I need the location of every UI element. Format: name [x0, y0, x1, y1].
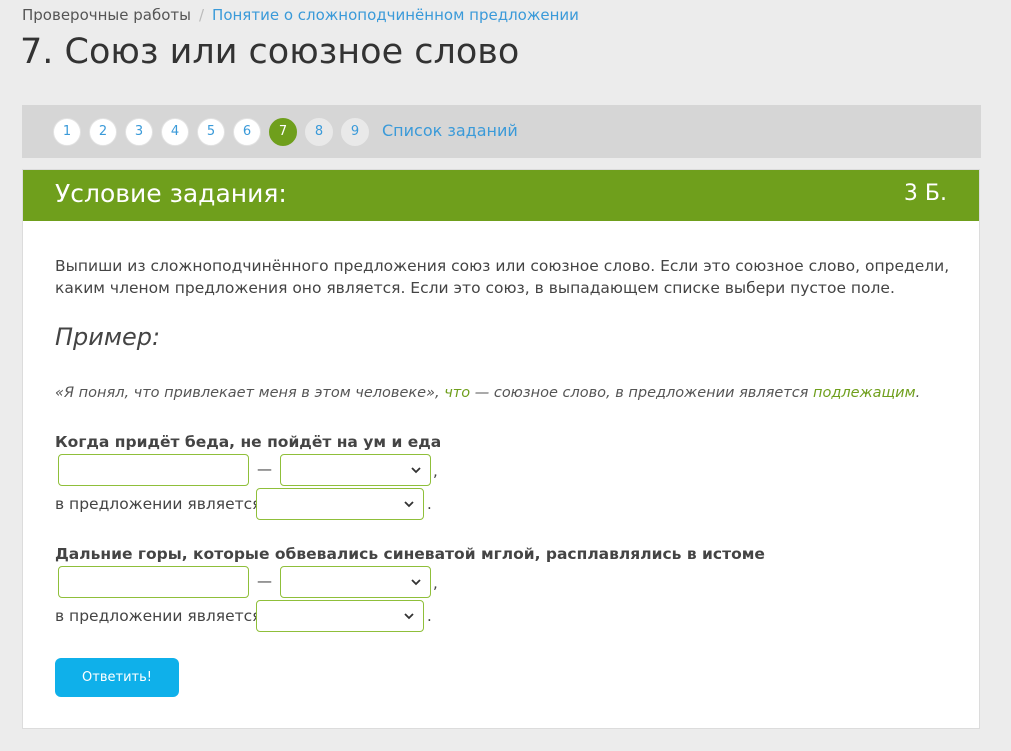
breadcrumb: Проверочные работы / Понятие о сложноподчи…	[22, 6, 579, 24]
page-title: 7. Союз или союзное слово	[20, 32, 520, 72]
task-navigation: 1 2 3 4 5 6 7 8 9 Список заданий	[22, 105, 981, 158]
chevron-down-icon	[411, 467, 421, 474]
question-1-dash: —	[257, 460, 272, 478]
chevron-down-icon	[404, 613, 414, 620]
question-2-role-select[interactable]	[256, 600, 424, 632]
example-word: что	[444, 385, 471, 401]
question-2-answer-input[interactable]	[58, 566, 249, 598]
question-2-period: .	[427, 607, 432, 625]
task-list-link[interactable]: Список заданий	[382, 121, 518, 140]
task-nav-9[interactable]: 9	[341, 118, 369, 146]
task-card: Условие задания: 3 Б. Выпиши из сложнопо…	[22, 169, 980, 729]
question-2-sentence: Дальние горы, которые обвевались синеват…	[55, 545, 765, 563]
task-nav-8[interactable]: 8	[305, 118, 333, 146]
question-2-dash: —	[257, 572, 272, 590]
task-instruction: Выпиши из сложноподчинённого предложения…	[55, 257, 950, 297]
example-end: .	[915, 385, 921, 401]
example-text: «Я понял, что привлекает меня в этом чел…	[55, 385, 920, 401]
question-2-comma: ,	[433, 574, 438, 592]
example-quote: «Я понял, что привлекает меня в этом чел…	[55, 385, 440, 401]
submit-answer-button[interactable]: Ответить!	[55, 658, 179, 697]
task-nav-7-active[interactable]: 7	[269, 118, 297, 146]
question-1-word-type-select[interactable]	[280, 454, 431, 486]
task-card-header: Условие задания: 3 Б.	[23, 170, 979, 221]
question-2-word-type-select[interactable]	[280, 566, 431, 598]
task-nav-5[interactable]: 5	[197, 118, 225, 146]
task-nav-1[interactable]: 1	[53, 118, 81, 146]
task-nav-6[interactable]: 6	[233, 118, 261, 146]
question-1-role-select[interactable]	[256, 488, 424, 520]
question-1-comma: ,	[433, 462, 438, 480]
example-role: подлежащим	[813, 385, 916, 401]
breadcrumb-separator: /	[198, 6, 205, 24]
chevron-down-icon	[404, 501, 414, 508]
example-middle: — союзное слово, в предложении является	[474, 385, 809, 401]
example-heading: Пример:	[55, 323, 161, 351]
question-1-period: .	[427, 495, 432, 513]
task-condition-title: Условие задания:	[55, 179, 287, 208]
question-1-sentence: Когда придёт беда, не пойдёт на ум и еда	[55, 433, 442, 451]
question-1-answer-input[interactable]	[58, 454, 249, 486]
question-2-role-label: в предложении является	[55, 607, 262, 625]
task-points: 3 Б.	[903, 181, 947, 206]
question-1-role-label: в предложении является	[55, 495, 262, 513]
breadcrumb-current-link[interactable]: Понятие о сложноподчинённом предложении	[212, 6, 579, 24]
task-nav-2[interactable]: 2	[89, 118, 117, 146]
task-nav-3[interactable]: 3	[125, 118, 153, 146]
breadcrumb-root-link[interactable]: Проверочные работы	[22, 6, 191, 24]
task-nav-4[interactable]: 4	[161, 118, 189, 146]
chevron-down-icon	[411, 579, 421, 586]
